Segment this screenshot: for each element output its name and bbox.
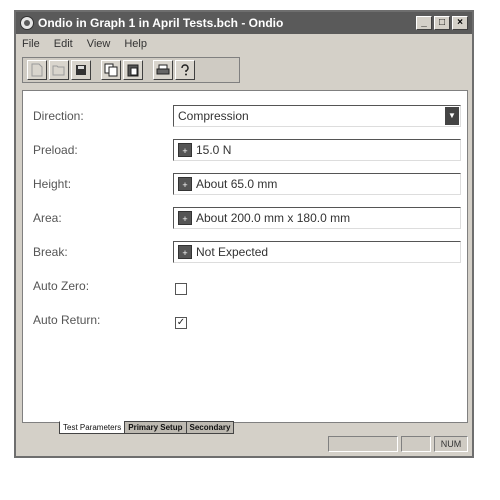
preload-label: Preload: [33, 143, 78, 157]
toolbar [22, 57, 240, 83]
window-title: Ondio in Graph 1 in April Tests.bch - On… [38, 16, 284, 30]
chevron-down-icon[interactable]: ▼ [445, 107, 459, 125]
plus-icon[interactable]: + [178, 211, 192, 225]
height-value: About 65.0 mm [196, 177, 278, 191]
application-window: Ondio in Graph 1 in April Tests.bch - On… [14, 10, 474, 458]
auto-zero-label: Auto Zero: [33, 279, 90, 293]
save-icon[interactable] [71, 60, 91, 80]
tab-primary-setup[interactable]: Primary Setup [124, 421, 187, 434]
menu-edit[interactable]: Edit [54, 38, 73, 50]
copy-icon[interactable] [101, 60, 121, 80]
print-icon[interactable] [153, 60, 173, 80]
open-icon[interactable] [49, 60, 69, 80]
minimize-button[interactable]: _ [416, 16, 432, 30]
tab-secondary[interactable]: Secondary [185, 421, 235, 434]
num-lock-indicator: NUM [434, 436, 468, 452]
caption-buttons: _ □ × [416, 16, 468, 30]
help-icon[interactable] [175, 60, 195, 80]
height-field[interactable]: + About 65.0 mm [173, 173, 461, 195]
tab-strip: Test Parameters Primary Setup Secondary [59, 421, 235, 434]
paste-icon[interactable] [123, 60, 143, 80]
area-field[interactable]: + About 200.0 mm x 180.0 mm [173, 207, 461, 229]
break-label: Break: [33, 245, 68, 259]
menu-file[interactable]: File [22, 38, 40, 50]
close-button[interactable]: × [452, 16, 468, 30]
title-bar[interactable]: Ondio in Graph 1 in April Tests.bch - On… [16, 12, 472, 34]
test-parameters-panel: Direction: Compression ▼ Preload: + 15.0… [22, 90, 468, 423]
preload-value: 15.0 N [196, 143, 232, 157]
plus-icon[interactable]: + [178, 143, 192, 157]
tab-test-parameters[interactable]: Test Parameters [59, 421, 126, 434]
menu-view[interactable]: View [87, 38, 111, 50]
auto-return-label: Auto Return: [33, 313, 101, 327]
status-bar: NUM [20, 436, 468, 452]
maximize-button[interactable]: □ [434, 16, 450, 30]
direction-dropdown[interactable]: Compression ▼ [173, 105, 461, 127]
break-field[interactable]: + Not Expected [173, 241, 461, 263]
auto-zero-checkbox[interactable] [175, 283, 187, 295]
status-pane [328, 436, 398, 452]
auto-return-checkbox[interactable]: ✓ [175, 317, 187, 329]
menu-bar: File Edit View Help [16, 35, 472, 53]
area-value: About 200.0 mm x 180.0 mm [196, 211, 351, 225]
direction-label: Direction: [33, 109, 84, 123]
break-value: Not Expected [196, 245, 269, 259]
app-icon [20, 16, 34, 30]
status-pane [401, 436, 431, 452]
preload-field[interactable]: + 15.0 N [173, 139, 461, 161]
direction-value: Compression [178, 109, 249, 123]
new-icon[interactable] [27, 60, 47, 80]
height-label: Height: [33, 177, 72, 191]
plus-icon[interactable]: + [178, 245, 192, 259]
menu-help[interactable]: Help [124, 38, 147, 50]
area-label: Area: [33, 211, 62, 225]
plus-icon[interactable]: + [178, 177, 192, 191]
